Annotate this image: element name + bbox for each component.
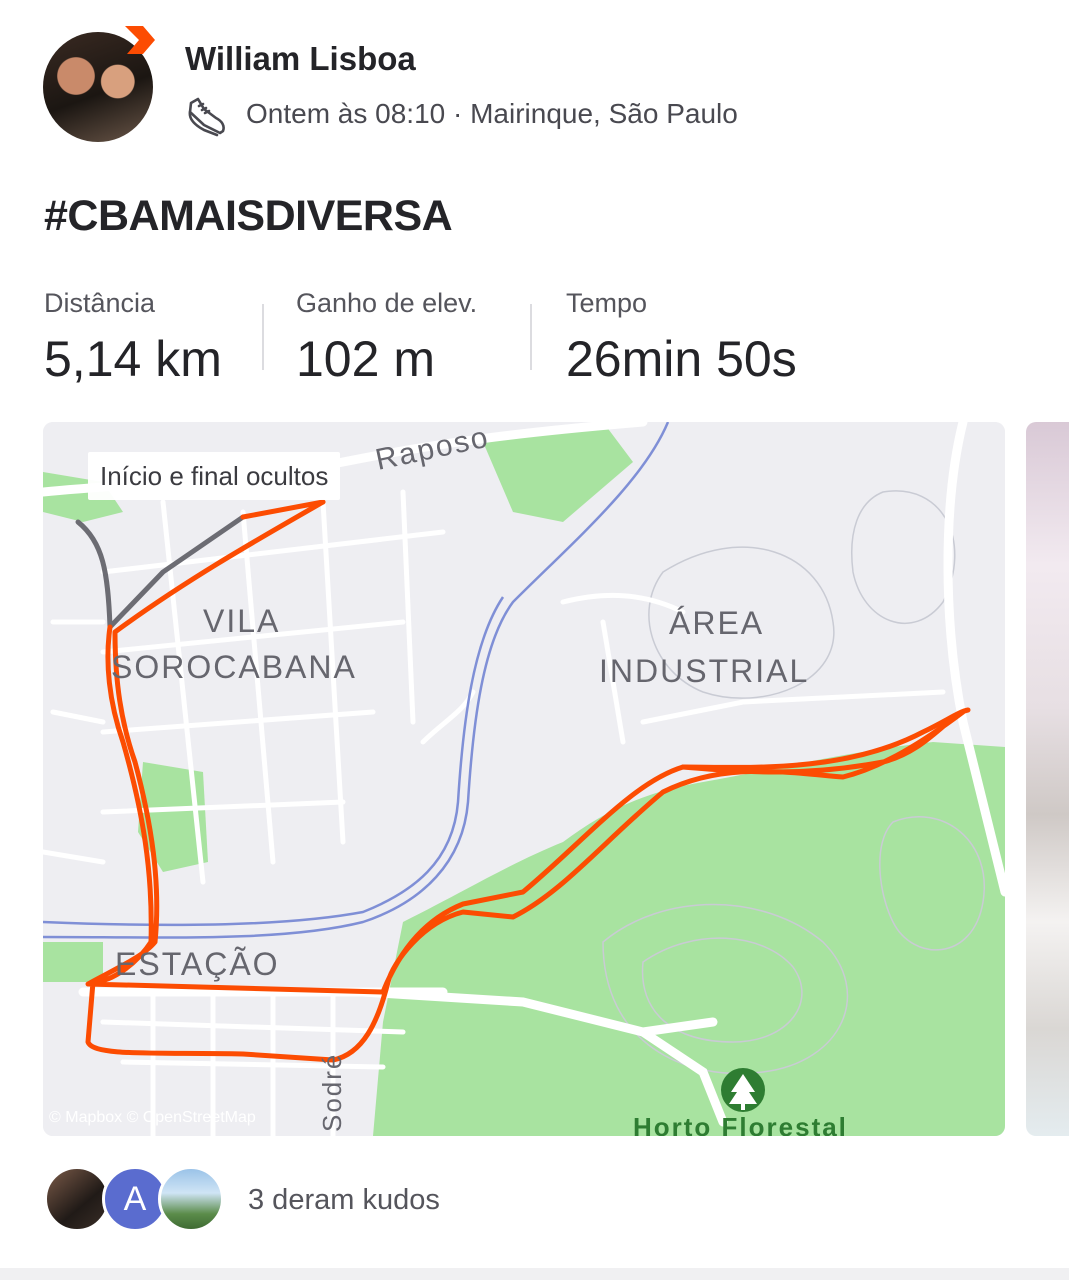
stat-value-elevation: 102 m [296, 331, 435, 387]
stat-divider [262, 304, 264, 370]
map-attribution: © Mapbox © OpenStreetMap [49, 1109, 256, 1126]
activity-title[interactable]: #CBAMAISDIVERSA [44, 192, 453, 241]
kudos-count[interactable]: 3 deram kudos [248, 1184, 440, 1217]
strava-badge-icon [125, 26, 155, 54]
stat-divider [530, 304, 532, 370]
map-label-sorocabana: SOROCABANA [111, 649, 357, 685]
card-separator [0, 1268, 1069, 1280]
map-label-sodre: Sodré [317, 1053, 347, 1132]
athlete-avatar[interactable] [43, 26, 155, 144]
stat-label-time: Tempo [566, 288, 648, 318]
activity-meta: Ontem às 08:10 · Mairinque, São Paulo [246, 98, 738, 129]
map-canvas: Raposo VILA SOROCABANA ÁREA INDUSTRIAL E… [43, 422, 1005, 1136]
tree-icon [721, 1068, 765, 1112]
map-label-horto: Horto Florestal [633, 1112, 848, 1136]
next-photo-thumbnail[interactable] [1026, 422, 1069, 1136]
park-area [43, 942, 103, 982]
stat-label-distance: Distância [44, 288, 156, 318]
route-map[interactable]: Raposo VILA SOROCABANA ÁREA INDUSTRIAL E… [43, 422, 1005, 1136]
hidden-start-end-badge: Início e final ocultos [88, 452, 341, 500]
map-label-industrial: INDUSTRIAL [599, 653, 809, 689]
map-label-vila: VILA [203, 603, 280, 639]
stat-value-time: 26min 50s [566, 331, 797, 387]
map-label-area: ÁREA [669, 605, 764, 641]
running-shoe-icon [188, 97, 225, 137]
kudos-avatar[interactable] [158, 1166, 224, 1232]
stat-label-elevation: Ganho de elev. [296, 288, 478, 318]
athlete-name[interactable]: William Lisboa [185, 40, 416, 78]
stat-value-distance: 5,14 km [44, 331, 222, 387]
map-label-estacao: ESTAÇÃO [115, 946, 280, 982]
kudos-avatar[interactable] [44, 1166, 110, 1232]
